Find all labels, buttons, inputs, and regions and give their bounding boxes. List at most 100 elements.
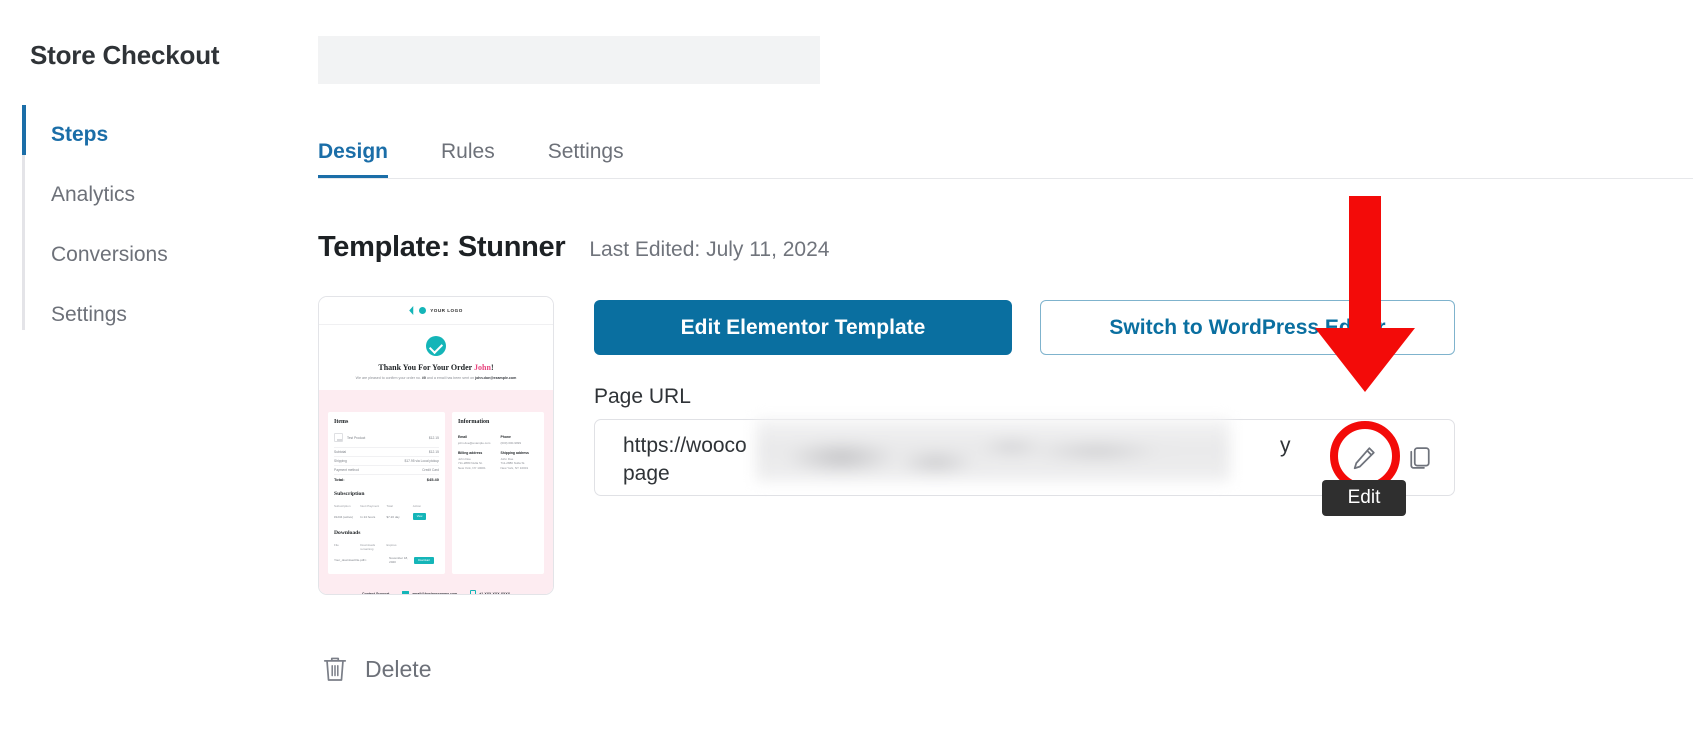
preview-logo-text: YOUR LOGO	[430, 308, 463, 313]
preview-downloads-heading: Downloads	[334, 530, 361, 537]
tab-label: Rules	[441, 140, 495, 163]
annotation-arrow	[1315, 196, 1415, 392]
envelope-icon	[402, 591, 410, 594]
tab-rules[interactable]: Rules	[441, 140, 495, 178]
tab-bar: Design Rules Settings	[318, 128, 1678, 178]
preview-row-value: Credit Card	[422, 468, 439, 473]
success-check-icon	[426, 336, 446, 356]
cell: $7.20 day	[386, 514, 400, 519]
preview-phone-label: Phone	[500, 435, 511, 440]
preview-subtext: We are pleased to confirm your order no.…	[327, 376, 545, 381]
template-last-edited: Last Edited: July 11, 2024	[589, 238, 830, 261]
preview-logo: YOUR LOGO	[319, 297, 553, 325]
preview-subtext-email: john.doe@example.com	[475, 376, 517, 380]
page-url-value: https://wooco n/order-confirmed/tha y pa…	[623, 434, 1338, 485]
sidebar-item-steps[interactable]: Steps	[0, 105, 330, 165]
delete-button[interactable]: Delete	[322, 655, 431, 683]
preview-headline-name: John	[474, 363, 491, 372]
tab-label: Settings	[547, 140, 624, 163]
sidebar-item-label: Steps	[51, 123, 109, 146]
phone-icon	[470, 590, 477, 594]
edit-tooltip: Edit	[1322, 480, 1406, 516]
preview-subtext-b: and a email has been sent on	[425, 376, 476, 380]
sidebar-item-conversions[interactable]: Conversions	[0, 225, 330, 285]
preview-row-label: Shipping	[334, 459, 347, 464]
preview-footer: Contact Support email@businessname.com +…	[319, 583, 553, 595]
preview-total-label: Total:	[334, 477, 345, 483]
preview-band	[319, 390, 553, 413]
cell: #1234 (active)	[334, 514, 354, 519]
tab-divider	[318, 178, 1693, 179]
preview-row: Shipping $17.95 via Local pickup	[334, 457, 439, 467]
preview-headline-suffix: !	[490, 363, 494, 372]
preview-row-label: Subtotal	[334, 450, 347, 455]
tab-label: Design	[318, 140, 389, 163]
preview-phone-value: (000) 000-9999	[500, 441, 522, 446]
product-thumbnail-icon	[334, 433, 343, 443]
copy-url-button[interactable]	[1398, 436, 1442, 480]
switch-to-wordpress-editor-button[interactable]: Switch to WordPress Editor	[1040, 300, 1455, 355]
page-title: Store Checkout	[30, 40, 220, 70]
preview-subscription-row: #1234 (active) In 24 hours $7.20 day Vie…	[334, 510, 439, 523]
delete-label: Delete	[365, 655, 432, 682]
preview-billing-label: Billing address	[457, 450, 483, 455]
preview-row: Payment method Credit Card	[334, 466, 439, 476]
sidebar-item-analytics[interactable]: Analytics	[0, 165, 330, 225]
preview-information-heading: Information	[457, 419, 490, 426]
preview-row-label: Payment method	[334, 468, 359, 473]
preview-product-price: $12.15	[428, 435, 439, 440]
preview-billing-value: John Doe 711-2880 Nulla St. New York, NY…	[457, 456, 486, 470]
col: Next Payment	[360, 504, 380, 509]
preview-footer-support: Contact Support	[361, 591, 390, 595]
preview-body: Items Test Product $12.15 Subtotal $12.1…	[319, 412, 553, 584]
header-placeholder-bar	[318, 36, 820, 84]
preview-total-value: $45.40	[426, 477, 439, 483]
preview-items-box: Items Test Product $12.15 Subtotal $12.1…	[328, 412, 445, 575]
preview-view-chip: View	[412, 513, 427, 521]
preview-email-value: john.doe@example.com	[457, 441, 491, 446]
preview-headline: Thank You For Your Order John!	[327, 363, 545, 372]
preview-product-name: Test Product	[347, 435, 366, 440]
logo-mark-icon	[409, 306, 414, 315]
preview-footer-phone-value: +1-XXX-XXX-XXXX	[479, 591, 511, 595]
cell: November 18, 2020	[389, 556, 408, 565]
preview-row-value: $17.95 via Local pickup	[404, 459, 439, 464]
preview-shipping-label: Shipping address	[500, 450, 529, 455]
cell: Your_download.file.pdf	[334, 558, 365, 563]
preview-product-row: Test Product $12.15	[334, 430, 439, 449]
col: Total	[386, 504, 393, 509]
preview-email-label: Email	[457, 435, 468, 440]
sidebar-nav: Steps Analytics Conversions Settings	[0, 105, 330, 345]
edit-elementor-template-button[interactable]: Edit Elementor Template	[594, 300, 1012, 355]
cell: ∞	[364, 558, 367, 563]
logo-dot-icon	[419, 307, 427, 314]
pencil-icon	[1353, 447, 1375, 470]
sidebar-item-label: Conversions	[51, 243, 168, 266]
tab-design[interactable]: Design	[318, 140, 389, 178]
tab-settings[interactable]: Settings	[548, 140, 624, 178]
preview-total-row: Total: $45.40	[334, 475, 439, 484]
edit-url-button[interactable]	[1342, 436, 1386, 480]
template-preview-thumbnail[interactable]: YOUR LOGO Thank You For Your Order John!…	[318, 296, 554, 595]
sidebar-item-label: Analytics	[51, 183, 136, 206]
col: Action	[412, 504, 422, 509]
preview-row: Subtotal $12.15	[334, 448, 439, 458]
preview-information-box: Information Email john.doe@example.com B…	[451, 412, 544, 575]
preview-shipping-value: John Doe 711-2880 Nulla St. New York, NY…	[500, 456, 529, 470]
preview-subscription-heading: Subscription	[334, 491, 365, 498]
preview-downloads-row: Your_download.file.pdf ∞ November 18, 20…	[334, 553, 439, 567]
preview-items-heading: Items	[334, 419, 349, 426]
preview-download-chip: Download	[414, 556, 434, 564]
preview-footer-email: email@businessname.com	[402, 591, 457, 594]
col: Expires	[386, 543, 397, 548]
col: File	[334, 543, 339, 548]
preview-footer-phone: +1-XXX-XXX-XXXX	[470, 590, 511, 595]
preview-subscription-head: Subscription Next Payment Total Action	[334, 502, 439, 510]
col: Subscription	[334, 504, 351, 509]
sidebar: Store Checkout Steps Analytics Conversio…	[0, 0, 330, 737]
preview-hero: Thank You For Your Order John! We are pl…	[319, 325, 553, 391]
copy-icon	[1410, 447, 1430, 469]
col: Downloads remaining	[360, 543, 376, 552]
sidebar-item-settings[interactable]: Settings	[0, 285, 330, 345]
trash-icon	[323, 657, 347, 681]
